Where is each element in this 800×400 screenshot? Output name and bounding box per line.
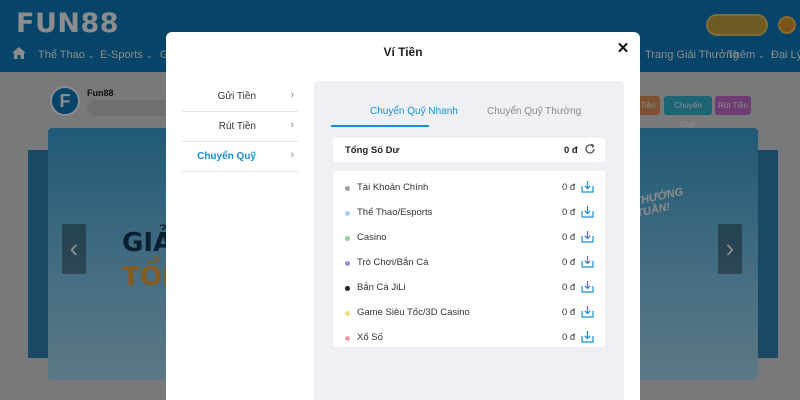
wallet-sidebar: Gửi Tiền › Rút Tiền › Chuyển Quỹ › [182, 82, 298, 172]
sidebar-item-label: Rút Tiền [218, 121, 256, 132]
download-transfer-icon[interactable] [581, 180, 594, 193]
chevron-right-icon: › [290, 149, 294, 161]
tab-quick-transfer[interactable]: Chuyển Quỹ Nhanh [370, 106, 458, 117]
wallet-account-row: Thể Thao/Esports 0 đ [333, 201, 605, 226]
account-color-dot [345, 286, 350, 291]
account-name: Bắn Cá JiLi [357, 282, 406, 293]
account-name: Game Siêu Tốc/3D Casino [357, 307, 470, 318]
account-name: Trò Chơi/Bắn Cá [357, 257, 429, 268]
refresh-icon[interactable] [584, 143, 596, 155]
wallet-account-row: Tài Khoản Chính 0 đ [333, 176, 605, 201]
chevron-right-icon: › [290, 89, 294, 101]
close-icon[interactable]: ✕ [616, 41, 630, 56]
sidebar-item[interactable]: Rút Tiền › [182, 112, 298, 142]
download-transfer-icon[interactable] [581, 205, 594, 218]
download-transfer-icon[interactable] [581, 230, 594, 243]
wallet-account-row: Trò Chơi/Bắn Cá 0 đ [333, 251, 605, 276]
account-name: Tài Khoản Chính [357, 182, 429, 193]
account-amount: 0 đ [562, 232, 576, 243]
total-balance-row: Tổng Số Dư 0 đ [333, 138, 605, 162]
wallet-account-row: Xổ Số 0 đ [333, 326, 605, 351]
account-color-dot [345, 311, 350, 316]
account-color-dot [345, 186, 350, 191]
account-color-dot [345, 261, 350, 266]
account-amount: 0 đ [562, 332, 576, 343]
sidebar-item[interactable]: Chuyển Quỹ › [182, 142, 298, 172]
wallet-account-row: Casino 0 đ [333, 226, 605, 251]
transfer-panel: Chuyển Quỹ Nhanh Chuyển Quỹ Thường Tổng … [314, 81, 624, 400]
total-balance-label: Tổng Số Dư [345, 145, 400, 156]
active-tab-indicator [331, 125, 429, 127]
download-transfer-icon[interactable] [581, 305, 594, 318]
account-amount: 0 đ [562, 282, 576, 293]
wallet-accounts-list: Tài Khoản Chính 0 đ Thể Thao/Esports 0 đ Cas… [333, 171, 605, 347]
wallet-account-row: Game Siêu Tốc/3D Casino 0 đ [333, 301, 605, 326]
total-balance-value: 0 đ [564, 145, 578, 156]
account-amount: 0 đ [562, 207, 576, 218]
download-transfer-icon[interactable] [581, 255, 594, 268]
account-color-dot [345, 336, 350, 341]
account-color-dot [345, 211, 350, 216]
sidebar-item-label: Gửi Tiền [217, 91, 256, 102]
account-color-dot [345, 236, 350, 241]
chevron-right-icon: › [290, 119, 294, 131]
wallet-account-row: Bắn Cá JiLi 0 đ [333, 276, 605, 301]
account-amount: 0 đ [562, 307, 576, 318]
sidebar-item-label: Chuyển Quỹ [197, 151, 256, 162]
wallet-modal: Ví Tiền ✕ Gửi Tiền › Rút Tiền › Chuyển Quỹ › … [166, 32, 640, 400]
tab-normal-transfer[interactable]: Chuyển Quỹ Thường [487, 106, 581, 117]
account-amount: 0 đ [562, 182, 576, 193]
download-transfer-icon[interactable] [581, 280, 594, 293]
sidebar-item[interactable]: Gửi Tiền › [182, 82, 298, 112]
account-name: Casino [357, 232, 387, 243]
account-amount: 0 đ [562, 257, 576, 268]
modal-title: Ví Tiền [383, 45, 423, 59]
account-name: Thể Thao/Esports [357, 207, 433, 218]
account-name: Xổ Số [357, 332, 383, 343]
download-transfer-icon[interactable] [581, 330, 594, 343]
